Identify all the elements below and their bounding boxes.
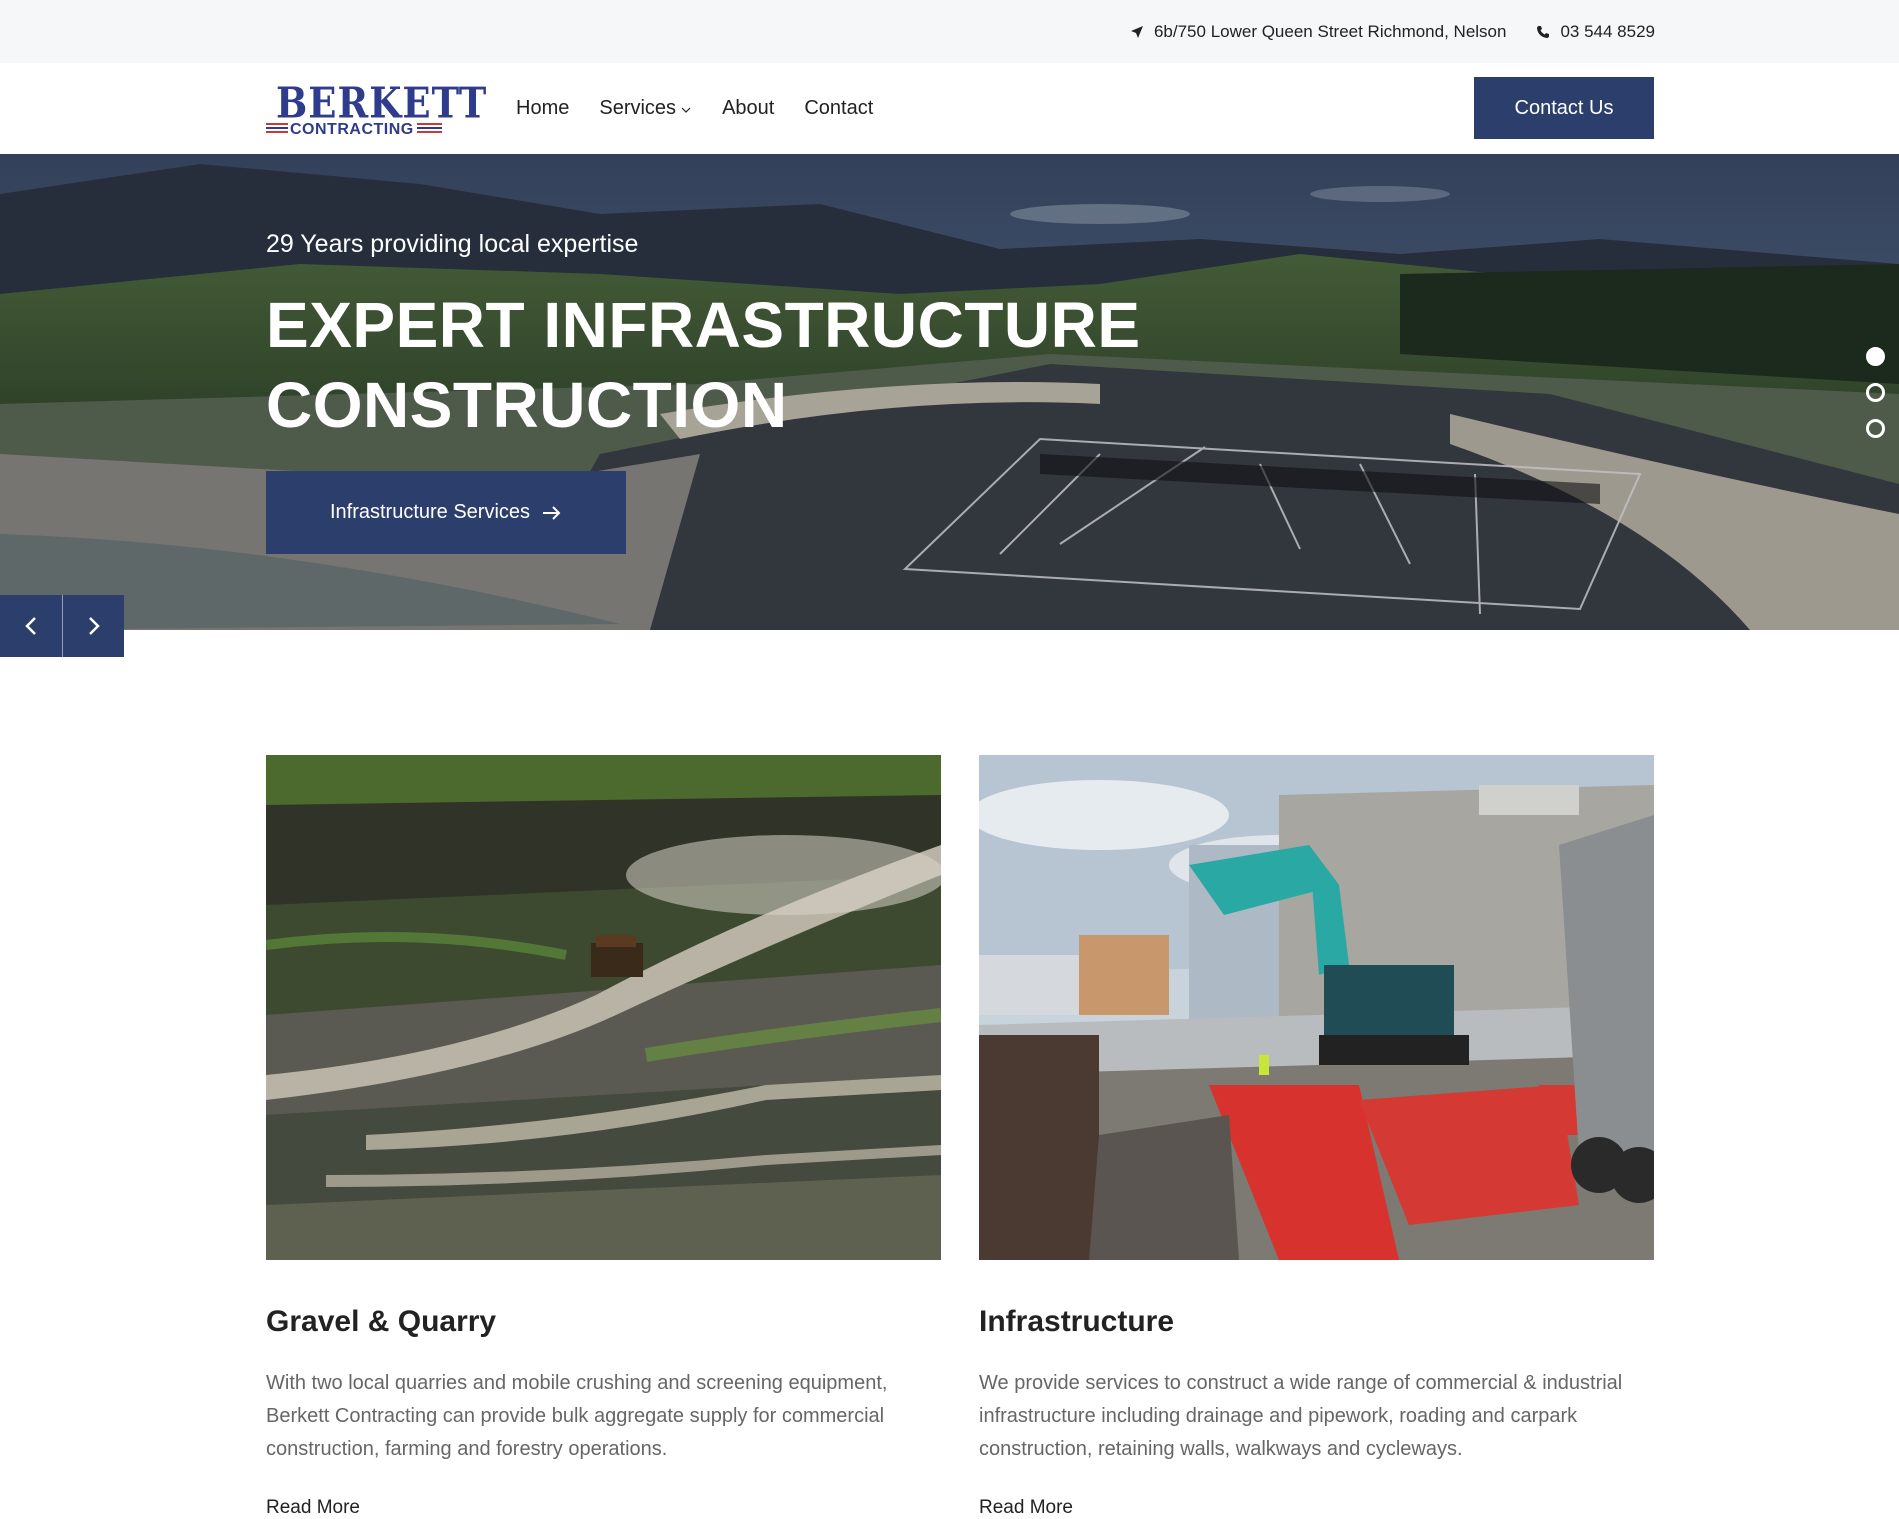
chevron-left-icon [25, 617, 36, 635]
slider-pagination [1866, 347, 1885, 438]
service-title: Gravel & Quarry [266, 1305, 497, 1338]
chevron-down-icon [681, 107, 691, 113]
logo-stripe [417, 123, 442, 125]
main-nav: Home Services About Contact [516, 63, 873, 154]
infrastructure-image[interactable] [979, 755, 1654, 1260]
infrastructure-services-button[interactable]: Infrastructure Services [266, 471, 626, 554]
logo-stripe [266, 123, 288, 125]
service-description: We provide services to construct a wide … [979, 1372, 1623, 1460]
site-header: BERKETT CONTRACTING Home Services About … [0, 63, 1899, 154]
top-contact-info: 6b/750 Lower Queen Street Richmond, Nels… [1130, 0, 1655, 63]
service-card-gravel: Gravel & Quarry With two local quarries … [266, 755, 941, 1518]
service-card-infrastructure: Infrastructure We provide services to co… [979, 755, 1654, 1518]
location-arrow-icon [1130, 25, 1143, 38]
service-title: Infrastructure [979, 1305, 1175, 1338]
slider-arrows [0, 595, 124, 657]
top-bar: 6b/750 Lower Queen Street Richmond, Nels… [0, 0, 1899, 63]
gravel-quarry-image[interactable] [266, 755, 941, 1260]
phone-text: 03 544 8529 [1560, 21, 1655, 41]
logo-word-contracting: CONTRACTING [290, 121, 414, 138]
hero-slider: 29 Years providing local expertise EXPER… [0, 154, 1899, 630]
logo-stripe [266, 131, 288, 133]
hero-headline-line1: EXPERT INFRASTRUCTURE [266, 289, 1141, 361]
nav-contact-label: Contact [804, 97, 874, 119]
service-description: With two local quarries and mobile crush… [266, 1372, 888, 1460]
nav-home-label: Home [516, 97, 570, 119]
chevron-right-icon [88, 617, 100, 635]
hero-eyebrow: 29 Years providing local expertise [266, 230, 639, 258]
read-more-link[interactable]: Read More [979, 1497, 1073, 1519]
address-text: 6b/750 Lower Queen Street Richmond, Nels… [1153, 21, 1507, 41]
logo-stripe [417, 131, 442, 133]
phone-link[interactable]: 03 544 8529 [1536, 22, 1655, 42]
slide-dot-2[interactable] [1866, 383, 1885, 402]
nav-services-label: Services [599, 97, 677, 119]
nav-home[interactable]: Home [516, 97, 569, 120]
slide-dot-1[interactable] [1866, 347, 1885, 366]
logo-word-berkett: BERKETT [276, 77, 488, 128]
phone-icon [1537, 25, 1550, 38]
hero-headline: EXPERT INFRASTRUCTURE CONSTRUCTION [266, 285, 1166, 445]
slider-next-button[interactable] [62, 595, 124, 657]
nav-contact[interactable]: Contact [804, 97, 873, 120]
address-link[interactable]: 6b/750 Lower Queen Street Richmond, Nels… [1130, 22, 1506, 42]
nav-about-label: About [722, 97, 775, 119]
infrastructure-photo [979, 755, 1654, 1260]
logo-stripe [266, 127, 288, 129]
quarry-photo [266, 755, 941, 1260]
slide-dot-3[interactable] [1866, 419, 1885, 438]
infrastructure-services-label: Infrastructure Services [329, 501, 531, 523]
hero-headline-line2: CONSTRUCTION [266, 369, 788, 441]
slider-prev-button[interactable] [0, 595, 62, 657]
logo-stripe [417, 127, 442, 129]
arrow-right-icon [543, 505, 561, 520]
contact-us-button[interactable]: Contact Us [1474, 77, 1654, 139]
nav-about[interactable]: About [722, 97, 774, 120]
company-logo[interactable]: BERKETT CONTRACTING [266, 77, 486, 141]
read-more-link[interactable]: Read More [266, 1497, 360, 1519]
nav-services[interactable]: Services [599, 97, 692, 120]
